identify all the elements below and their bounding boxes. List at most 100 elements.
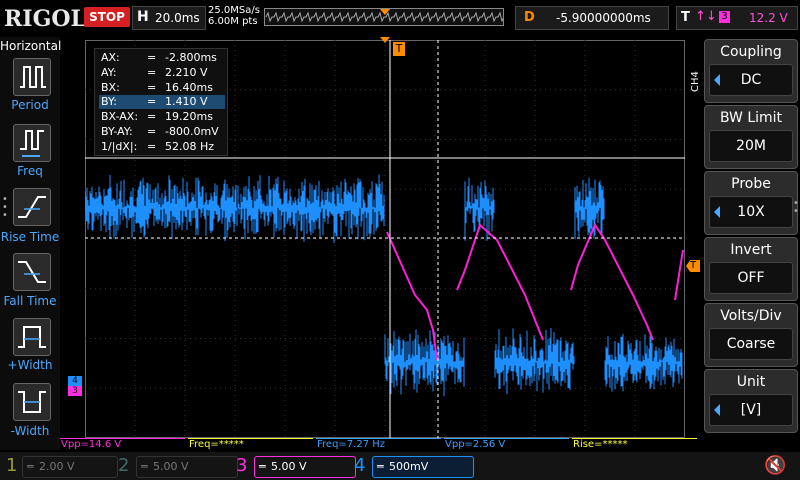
period-button[interactable] — [13, 58, 51, 96]
freq-icon — [20, 130, 44, 157]
trigger-position-marker[interactable] — [380, 37, 392, 45]
fall-time-label: Fall Time — [3, 294, 57, 308]
measurement-item[interactable]: Rise=***** — [572, 438, 697, 450]
ch4-offset-marker[interactable]: 4 — [68, 376, 82, 386]
sample-info: 25.0MSa/s 6.00M pts — [208, 5, 260, 27]
freq-label: Freq — [17, 164, 43, 178]
delay-value: -5.90000000ms — [556, 11, 651, 25]
scroll-dots-icon: • • • — [2, 194, 8, 221]
neg-width-icon — [18, 391, 46, 413]
unit-value: [V] — [740, 402, 762, 418]
probe-title: Probe — [731, 176, 771, 192]
bw-limit-value: 20M — [736, 138, 766, 154]
probe-value: 10X — [737, 204, 765, 220]
waveform-overview-strip[interactable] — [264, 8, 504, 26]
cursor-row: BX-AX: = 19.20ms — [101, 110, 213, 123]
probe-menu-button[interactable]: Probe 10X — [704, 171, 798, 235]
volts-div-value-box[interactable]: Coarse — [709, 328, 793, 360]
sample-rate: 25.0MSa/s — [208, 5, 260, 16]
fall-time-button[interactable] — [13, 253, 51, 291]
pos-width-label: +Width — [7, 358, 53, 372]
cursor-readout: AX: = -2.800ms AY: = 2.210 V BX: = 16.40ms BY:… — [94, 48, 228, 156]
ch4-trace — [85, 174, 683, 397]
unit-value-box[interactable]: [V] — [709, 394, 793, 426]
trigger-level: 12.2 V — [749, 11, 788, 25]
timebase-display[interactable]: H 20.0ms — [132, 6, 206, 30]
measurement-item[interactable]: Vpp=14.6 V — [60, 438, 185, 450]
ch2-number[interactable]: 2 — [118, 455, 129, 476]
rise-time-label: Rise Time — [0, 230, 60, 244]
coupling-value-box[interactable]: DC — [709, 64, 793, 96]
run-stop-button[interactable]: STOP — [84, 7, 130, 27]
fall-time-icon — [18, 261, 46, 283]
coupling-menu-button[interactable]: Coupling DC — [704, 39, 798, 103]
scroll-dots-icon: • • — [793, 198, 799, 217]
period-label: Period — [11, 98, 49, 112]
dc-coupling-icon: ═ — [377, 460, 384, 473]
pos-width-icon — [18, 326, 46, 348]
bw-limit-value-box[interactable]: 20M — [709, 130, 793, 162]
ch4-scale: 500mV — [389, 460, 429, 473]
ch4-scale-box[interactable]: ═ 500mV — [372, 456, 474, 478]
measurement-item[interactable]: Freq=***** — [188, 438, 313, 450]
invert-title: Invert — [730, 242, 772, 258]
invert-menu-button[interactable]: Invert OFF — [704, 237, 798, 301]
trigger-label: T — [681, 10, 690, 25]
ch1-scale: 2.00 V — [39, 460, 75, 473]
trigger-source-badge: 3 — [719, 11, 730, 23]
trigger-level-marker[interactable]: T — [686, 260, 700, 272]
period-icon — [20, 66, 46, 88]
ch4-number[interactable]: 4 — [354, 455, 365, 476]
dc-coupling-icon: ═ — [141, 460, 148, 473]
timebase-value: 20.0ms — [155, 11, 200, 25]
brand-logo: RIGOL — [4, 6, 86, 32]
neg-width-button[interactable] — [13, 383, 51, 421]
ch3-number[interactable]: 3 — [236, 455, 247, 476]
ch1-number[interactable]: 1 — [6, 455, 17, 476]
measurement-item[interactable]: Vpp=2.56 V — [444, 438, 569, 450]
volts-div-title: Volts/Div — [720, 308, 782, 324]
bw-limit-menu-button[interactable]: BW Limit 20M — [704, 105, 798, 169]
ch1-scale-box[interactable]: ═ 2.00 V — [22, 456, 118, 478]
invert-value-box[interactable]: OFF — [709, 262, 793, 294]
cursor-row-selected[interactable]: BY: = 1.410 V — [99, 95, 225, 109]
ch3-scale-box[interactable]: ═ 5.00 V — [254, 456, 356, 478]
ch2-scale: 5.00 V — [153, 460, 189, 473]
probe-value-box[interactable]: 10X — [709, 196, 793, 228]
coupling-value: DC — [740, 72, 762, 88]
unit-menu-button[interactable]: Unit [V] — [704, 369, 798, 433]
timebase-label: H — [137, 9, 149, 25]
cursor-row: BY-AY: = -800.0mV — [101, 125, 219, 138]
unit-title: Unit — [736, 374, 766, 390]
pos-width-button[interactable] — [13, 318, 51, 356]
cursor-row: BX: = 16.40ms — [101, 81, 213, 94]
cursor-row: AX: = -2.800ms — [101, 51, 217, 64]
ch3-offset-marker[interactable]: 3 — [68, 386, 82, 396]
measurement-item[interactable]: Freq=7.27 Hz — [316, 438, 441, 450]
cursor-row: AY: = 2.210 V — [101, 66, 208, 79]
volts-div-value: Coarse — [726, 336, 776, 352]
measurement-bar: Vpp=14.6 V Freq=***** Freq=7.27 Hz Vpp=2… — [60, 438, 700, 450]
dc-coupling-icon: ═ — [259, 460, 266, 473]
trigger-display[interactable]: T ↑↓ 3 12.2 V — [676, 6, 798, 30]
channel-tag: CH4 — [690, 71, 701, 92]
speaker-mute-icon[interactable]: 🔇 — [764, 455, 786, 476]
dc-coupling-icon: ═ — [27, 460, 34, 473]
coupling-title: Coupling — [720, 44, 782, 60]
volts-div-menu-button[interactable]: Volts/Div Coarse — [704, 303, 798, 367]
ch3-scale: 5.00 V — [271, 460, 307, 473]
panel-title: Horizontal — [0, 39, 62, 53]
invert-value: OFF — [737, 270, 765, 286]
bw-limit-title: BW Limit — [719, 110, 783, 126]
trigger-time-badge[interactable]: T — [393, 42, 405, 56]
rise-time-icon — [18, 196, 46, 218]
trigger-edge-icon: ↑↓ — [695, 9, 717, 24]
ch2-scale-box[interactable]: ═ 5.00 V — [136, 456, 238, 478]
freq-button[interactable] — [13, 124, 51, 162]
delay-label: D — [524, 10, 535, 25]
cursor-row: 1/|dX|: = 52.08 Hz — [101, 140, 215, 153]
memory-depth: 6.00M pts — [208, 16, 258, 27]
delay-display[interactable]: D -5.90000000ms — [515, 6, 669, 30]
rise-time-button[interactable] — [13, 188, 51, 226]
neg-width-label: -Width — [10, 424, 50, 438]
